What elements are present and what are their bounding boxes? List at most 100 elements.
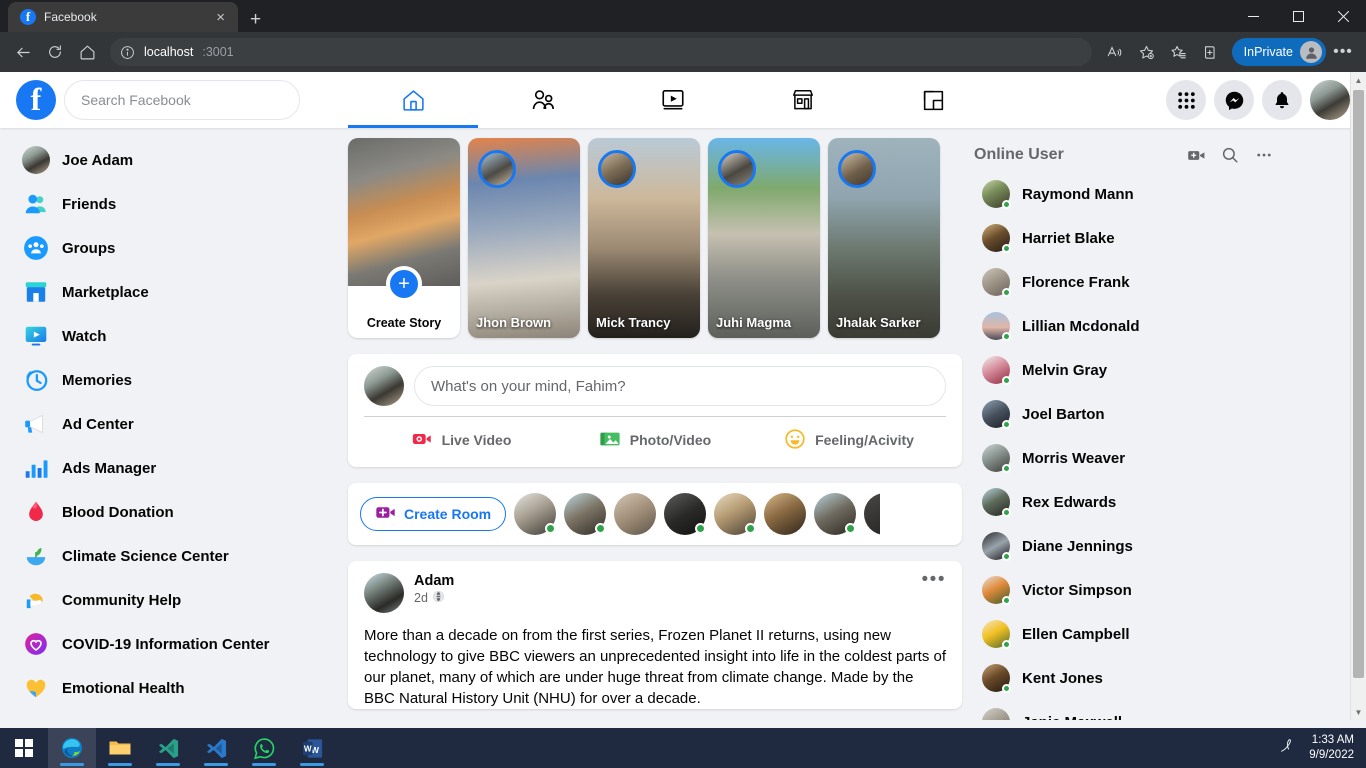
online-user-item[interactable]: Raymond Mann: [974, 172, 1278, 216]
pen-icon[interactable]: [1278, 737, 1295, 759]
sidebar-item-community-help[interactable]: Community Help: [14, 578, 340, 622]
app-running-underline: [108, 763, 132, 766]
online-user-item[interactable]: Florence Frank: [974, 260, 1278, 304]
sidebar-item-climate-science-center[interactable]: Climate Science Center: [14, 534, 340, 578]
photo-video-button[interactable]: Photo/Video: [558, 421, 752, 459]
bell-icon[interactable]: [1262, 80, 1302, 120]
composer-avatar[interactable]: [364, 366, 404, 406]
scroll-up-arrow-icon[interactable]: ▲: [1351, 72, 1366, 88]
post-body-text: More than a decade on from the first ser…: [364, 627, 947, 707]
taskbar-microsoft-word[interactable]: WW: [288, 728, 336, 768]
room-avatar[interactable]: [714, 493, 757, 535]
screen: f Facebook × + localhost:3001 InPrivate…: [0, 0, 1366, 768]
more-options-icon[interactable]: [1250, 141, 1278, 169]
online-user-item[interactable]: Lillian Mcdonald: [974, 304, 1278, 348]
nav-tab-groups[interactable]: [868, 72, 998, 128]
post-options-icon[interactable]: •••: [922, 570, 946, 589]
home-icon[interactable]: [72, 37, 102, 67]
taskbar-vscode[interactable]: [192, 728, 240, 768]
composer-input[interactable]: [414, 366, 946, 406]
create-story-card[interactable]: + Create Story: [348, 138, 460, 338]
create-room-label: Create Room: [404, 506, 492, 522]
search-icon[interactable]: [1216, 141, 1244, 169]
online-user-item[interactable]: Ellen Campbell: [974, 612, 1278, 656]
online-user-item[interactable]: Melvin Gray: [974, 348, 1278, 392]
online-user-name: Diane Jennings: [1022, 537, 1133, 555]
taskbar-microsoft-edge[interactable]: [48, 728, 96, 768]
story-card[interactable]: Jhalak Sarker: [828, 138, 940, 338]
nav-tab-watch[interactable]: [608, 72, 738, 128]
collections-icon[interactable]: [1196, 37, 1226, 67]
feeling-activity-button[interactable]: Feeling/Acivity: [752, 421, 946, 459]
online-user-item[interactable]: Janie Maxwell: [974, 700, 1278, 720]
nav-tab-friends[interactable]: [478, 72, 608, 128]
read-aloud-icon[interactable]: [1100, 37, 1130, 67]
sidebar-item-emotional-health[interactable]: Emotional Health: [14, 666, 340, 710]
online-user-item[interactable]: Victor Simpson: [974, 568, 1278, 612]
address-bar[interactable]: localhost:3001: [110, 38, 1092, 66]
post-author-name[interactable]: Adam: [414, 573, 454, 589]
app-running-underline: [156, 763, 180, 766]
story-card[interactable]: Mick Trancy: [588, 138, 700, 338]
favorites-icon[interactable]: [1164, 37, 1194, 67]
taskbar-whatsapp[interactable]: [240, 728, 288, 768]
maximize-button[interactable]: [1276, 0, 1321, 32]
close-window-button[interactable]: [1321, 0, 1366, 32]
video-call-icon[interactable]: [1182, 141, 1210, 169]
sidebar-item-groups[interactable]: Groups: [14, 226, 340, 270]
create-room-button[interactable]: Create Room: [360, 497, 507, 531]
sidebar-item-blood-donation[interactable]: Blood Donation: [14, 490, 340, 534]
sidebar-item-friends[interactable]: Friends: [14, 182, 340, 226]
online-user-item[interactable]: Morris Weaver: [974, 436, 1278, 480]
story-card[interactable]: Jhon Brown: [468, 138, 580, 338]
browser-settings-icon[interactable]: •••: [1328, 37, 1358, 67]
grid-menu-icon[interactable]: [1166, 80, 1206, 120]
post-composer: Live Video Photo/Video Fee: [348, 354, 962, 467]
refresh-icon[interactable]: [40, 37, 70, 67]
messenger-icon[interactable]: [1214, 80, 1254, 120]
clock[interactable]: 1:33 AM 9/9/2022: [1309, 733, 1354, 763]
search-input[interactable]: [64, 80, 300, 120]
room-avatar[interactable]: [614, 493, 657, 535]
live-video-button[interactable]: Live Video: [364, 421, 558, 459]
browser-tab[interactable]: f Facebook ×: [8, 2, 238, 32]
sidebar-item-covid-19-information-center[interactable]: COVID-19 Information Center: [14, 622, 340, 666]
nav-tab-marketplace[interactable]: [738, 72, 868, 128]
sidebar-item-marketplace[interactable]: Marketplace: [14, 270, 340, 314]
inprivate-button[interactable]: InPrivate: [1231, 38, 1326, 66]
room-avatar[interactable]: [864, 493, 881, 535]
minimize-button[interactable]: [1231, 0, 1276, 32]
page-scrollbar[interactable]: ▲ ▼: [1350, 72, 1366, 720]
taskbar-file-explorer[interactable]: [96, 728, 144, 768]
online-user-item[interactable]: Harriet Blake: [974, 216, 1278, 260]
back-arrow-icon[interactable]: [8, 37, 38, 67]
taskbar-vscode-insiders[interactable]: [144, 728, 192, 768]
online-user-item[interactable]: Rex Edwards: [974, 480, 1278, 524]
room-avatar[interactable]: [814, 493, 857, 535]
online-user-item[interactable]: Joel Barton: [974, 392, 1278, 436]
scroll-down-arrow-icon[interactable]: ▼: [1351, 704, 1366, 720]
sidebar-item-memories[interactable]: Memories: [14, 358, 340, 402]
add-favorite-icon[interactable]: [1132, 37, 1162, 67]
sidebar-item-ads-manager[interactable]: Ads Manager: [14, 446, 340, 490]
close-tab-icon[interactable]: ×: [213, 10, 228, 25]
room-avatar[interactable]: [514, 493, 557, 535]
online-user-item[interactable]: Kent Jones: [974, 656, 1278, 700]
nav-tab-home[interactable]: [348, 72, 478, 128]
facebook-logo-icon[interactable]: f: [16, 80, 56, 120]
room-avatar[interactable]: [564, 493, 607, 535]
post-author-avatar[interactable]: [364, 573, 404, 613]
room-avatar[interactable]: [664, 493, 707, 535]
sidebar-item-profile[interactable]: Joe Adam: [14, 138, 340, 182]
room-avatar[interactable]: [764, 493, 807, 535]
scrollbar-thumb[interactable]: [1353, 90, 1364, 678]
online-user-item[interactable]: Diane Jennings: [974, 524, 1278, 568]
inprivate-label: InPrivate: [1243, 45, 1293, 59]
start-button[interactable]: [0, 728, 48, 768]
sidebar-item-watch[interactable]: Watch: [14, 314, 340, 358]
create-story-plus-icon[interactable]: +: [386, 266, 422, 302]
story-card[interactable]: Juhi Magma: [708, 138, 820, 338]
new-tab-button[interactable]: +: [238, 10, 273, 32]
sidebar-item-ad-center[interactable]: Ad Center: [14, 402, 340, 446]
account-avatar[interactable]: [1310, 80, 1350, 120]
